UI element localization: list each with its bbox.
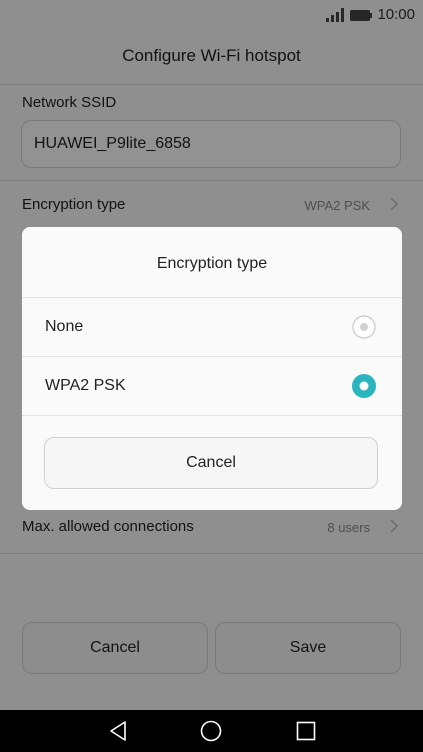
dialog-cancel-button[interactable]: Cancel — [44, 437, 378, 489]
encryption-type-dialog: Encryption type None WPA2 PSK Cancel — [22, 227, 402, 510]
option-label: None — [45, 318, 84, 335]
radio-unselected-icon[interactable] — [352, 315, 376, 339]
back-icon[interactable] — [108, 720, 128, 742]
option-none[interactable]: None — [22, 298, 402, 356]
recent-apps-icon[interactable] — [296, 721, 316, 741]
home-icon[interactable] — [200, 720, 222, 742]
option-wpa2-psk[interactable]: WPA2 PSK — [22, 357, 402, 415]
dialog-title: Encryption type — [156, 255, 268, 272]
divider — [22, 415, 402, 416]
radio-selected-icon[interactable] — [352, 374, 376, 398]
navigation-bar — [0, 710, 423, 752]
option-label: WPA2 PSK — [45, 377, 126, 394]
